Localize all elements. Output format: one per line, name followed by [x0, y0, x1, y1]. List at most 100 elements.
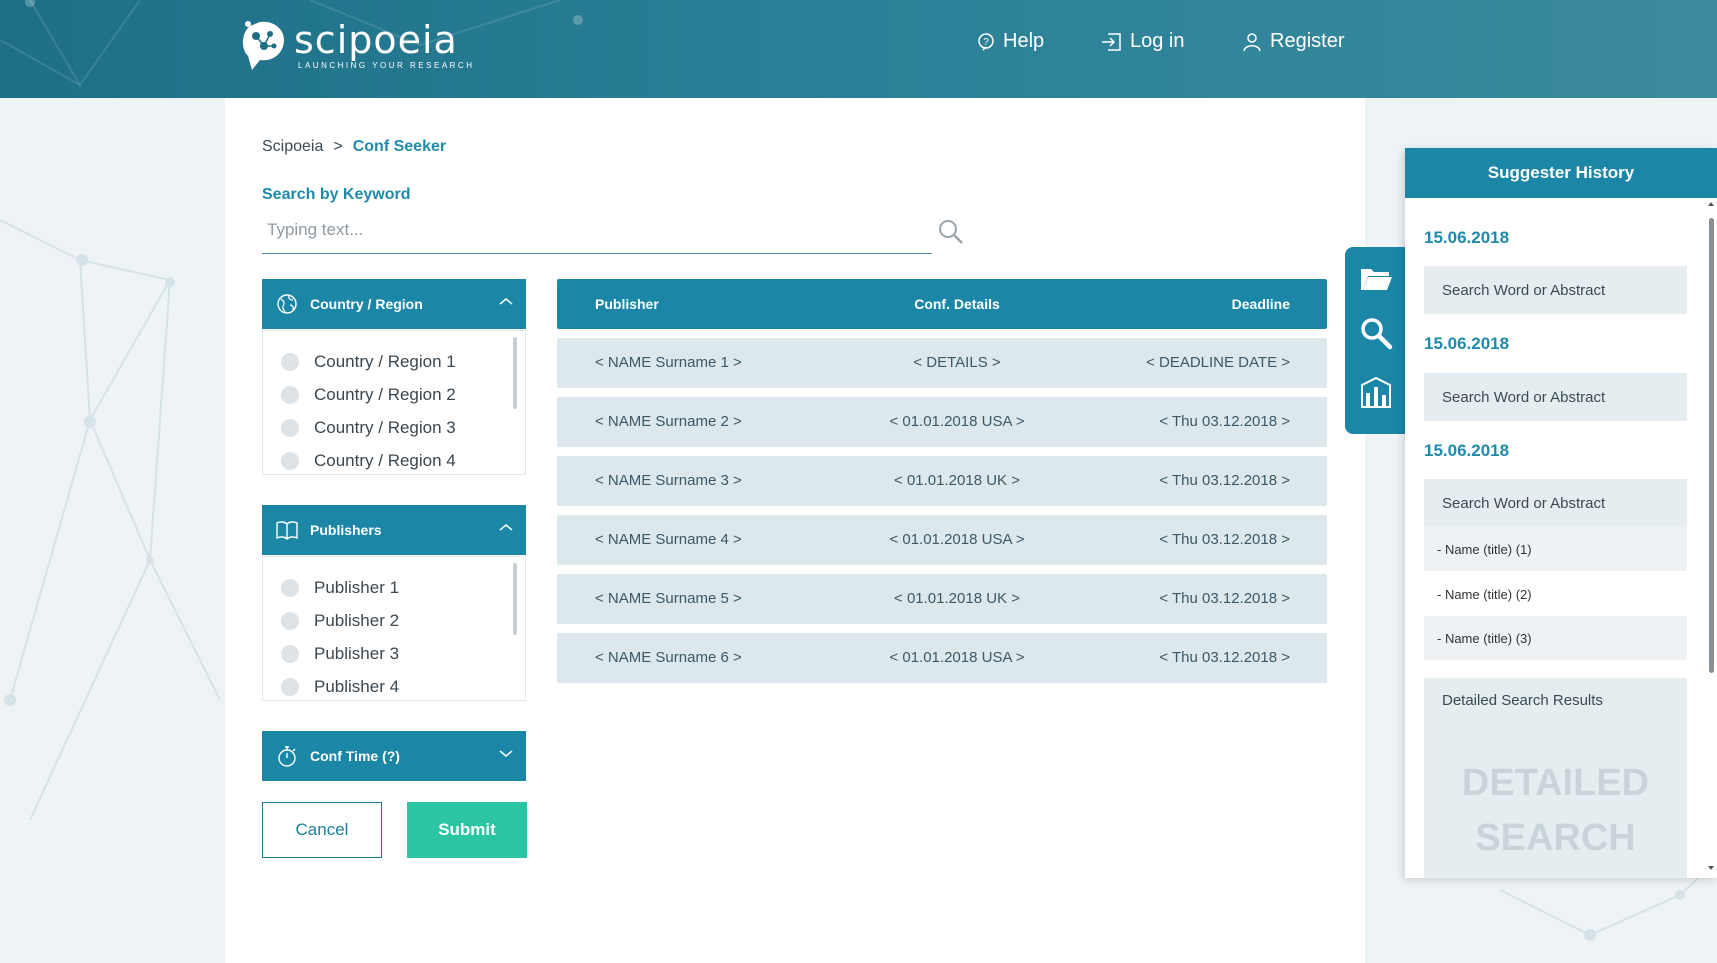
results-table-header: Publisher Conf. Details Deadline	[557, 279, 1327, 329]
search-input[interactable]	[262, 210, 932, 250]
table-row[interactable]: < NAME Surname 5 > < 01.01.2018 UK > < T…	[557, 574, 1327, 624]
breadcrumb-separator: >	[333, 138, 343, 155]
breadcrumb-current[interactable]: Conf Seeker	[353, 138, 446, 155]
logo-tagline: LAUNCHING YOUR RESEARCH	[298, 60, 475, 70]
radio-button[interactable]	[281, 451, 299, 470]
cell-deadline: < Thu 03.12.2018 >	[1159, 531, 1290, 548]
radio-button[interactable]	[281, 644, 299, 663]
table-row[interactable]: < NAME Surname 1 > < DETAILS > < DEADLIN…	[557, 338, 1327, 388]
user-icon	[1243, 32, 1261, 51]
filter-country-list: Country / Region 1 Country / Region 2 Co…	[262, 330, 526, 475]
publisher-option[interactable]: Publisher 2	[263, 604, 525, 637]
history-query[interactable]: Search Word or Abstract	[1424, 266, 1687, 314]
column-header-details[interactable]: Conf. Details	[837, 296, 1077, 312]
publishers-scrollbar[interactable]	[513, 563, 517, 635]
cell-deadline: < Thu 03.12.2018 >	[1159, 590, 1290, 607]
book-icon	[276, 521, 298, 540]
publisher-option-label: Publisher 2	[314, 610, 400, 630]
nav-help-label: Help	[1003, 30, 1045, 52]
radio-button[interactable]	[281, 578, 299, 597]
search-icon[interactable]	[1359, 316, 1393, 350]
logo-icon	[242, 21, 284, 71]
country-option-label: Country / Region 2	[314, 384, 456, 404]
history-date: 15.06.2018	[1424, 228, 1510, 247]
history-date: 15.06.2018	[1424, 441, 1510, 460]
globe-icon	[277, 294, 297, 314]
cell-details: < 01.01.2018 UK >	[894, 590, 1020, 607]
country-option[interactable]: Country / Region 1	[263, 345, 525, 378]
radio-button[interactable]	[281, 611, 299, 630]
radio-button[interactable]	[281, 385, 299, 404]
country-option-label: Country / Region 1	[314, 351, 456, 371]
breadcrumb: Scipoeia > Conf Seeker	[262, 138, 446, 156]
cell-details: < 01.01.2018 USA >	[889, 413, 1025, 430]
publisher-option[interactable]: Publisher 1	[263, 571, 525, 604]
nav-help[interactable]: ? Help	[977, 30, 1044, 53]
nav-login-label: Log in	[1130, 30, 1185, 52]
publisher-option-label: Publisher 1	[314, 577, 400, 597]
cell-details: < 01.01.2018 USA >	[889, 531, 1025, 548]
filter-publishers-list: Publisher 1 Publisher 2 Publisher 3 Publ…	[262, 556, 526, 701]
country-option[interactable]: Country / Region 3	[263, 411, 525, 444]
site-logo[interactable]: scipoeia LAUNCHING YOUR RESEARCH	[240, 18, 474, 72]
column-header-publisher[interactable]: Publisher	[595, 296, 659, 312]
cell-publisher: < NAME Surname 6 >	[595, 649, 742, 666]
radio-button[interactable]	[281, 352, 299, 371]
scroll-down-arrow-icon[interactable]	[1707, 864, 1715, 872]
history-query[interactable]: Search Word or Abstract	[1424, 373, 1687, 421]
main-content: Scipoeia > Conf Seeker Search by Keyword C…	[225, 98, 1365, 963]
history-query[interactable]: Search Word or Abstract	[1424, 479, 1687, 527]
cell-deadline: < DEADLINE DATE >	[1146, 354, 1290, 371]
filter-publishers-title: Publishers	[310, 522, 382, 538]
detailed-results-box[interactable]: Detailed Search Results DETAILED SEARCH …	[1424, 678, 1687, 878]
radio-button[interactable]	[281, 677, 299, 696]
history-sub-item[interactable]: - Name (title) (2)	[1424, 572, 1687, 616]
folder-icon[interactable]	[1359, 261, 1393, 295]
top-header: scipoeia LAUNCHING YOUR RESEARCH ? Help …	[0, 0, 1717, 98]
cell-details: < DETAILS >	[913, 354, 1001, 371]
table-row[interactable]: < NAME Surname 3 > < 01.01.2018 UK > < T…	[557, 456, 1327, 506]
chevron-up-icon[interactable]	[498, 296, 514, 306]
detailed-results-placeholder: DETAILED SEARCH RESULTS	[1461, 762, 1650, 878]
help-icon: ?	[978, 32, 994, 51]
side-toolbar	[1345, 247, 1405, 434]
filter-conftime-title: Conf Time (?)	[310, 748, 400, 764]
logo-name: scipoeia	[294, 17, 458, 62]
filter-country-header[interactable]: Country / Region	[262, 279, 526, 329]
nav-login[interactable]: Log in	[1100, 30, 1185, 53]
cell-publisher: < NAME Surname 2 >	[595, 413, 742, 430]
history-sub-item[interactable]: - Name (title) (1)	[1424, 527, 1687, 571]
scroll-up-arrow-icon[interactable]	[1707, 200, 1715, 208]
chart-icon[interactable]	[1359, 375, 1393, 409]
cell-deadline: < Thu 03.12.2018 >	[1159, 413, 1290, 430]
history-title: Suggester History	[1405, 148, 1717, 198]
history-sub-item[interactable]: - Name (title) (3)	[1424, 616, 1687, 660]
publisher-option[interactable]: Publisher 3	[263, 637, 525, 670]
cell-deadline: < Thu 03.12.2018 >	[1159, 649, 1290, 666]
table-row[interactable]: < NAME Surname 4 > < 01.01.2018 USA > < …	[557, 515, 1327, 565]
cell-details: < 01.01.2018 UK >	[894, 472, 1020, 489]
radio-button[interactable]	[281, 418, 299, 437]
filter-conftime-header[interactable]: Conf Time (?)	[262, 731, 526, 781]
publisher-option-label: Publisher 3	[314, 643, 400, 663]
table-row[interactable]: < NAME Surname 2 > < 01.01.2018 USA > < …	[557, 397, 1327, 447]
chevron-up-icon[interactable]	[498, 522, 514, 532]
login-icon	[1102, 32, 1121, 51]
nav-register-label: Register	[1270, 30, 1345, 52]
nav-register[interactable]: Register	[1242, 30, 1344, 53]
column-header-deadline[interactable]: Deadline	[1232, 296, 1290, 312]
search-icon[interactable]	[937, 218, 965, 246]
chevron-down-icon[interactable]	[498, 748, 514, 758]
filter-publishers-header[interactable]: Publishers	[262, 505, 526, 555]
history-scrollbar[interactable]	[1709, 218, 1714, 673]
breadcrumb-root[interactable]: Scipoeia	[262, 138, 323, 155]
submit-button[interactable]: Submit	[407, 802, 527, 858]
search-label: Search by Keyword	[262, 186, 411, 203]
cancel-button[interactable]: Cancel	[262, 802, 382, 858]
publisher-option[interactable]: Publisher 4	[263, 670, 525, 700]
country-scrollbar[interactable]	[513, 337, 517, 409]
country-option[interactable]: Country / Region 2	[263, 378, 525, 411]
table-row[interactable]: < NAME Surname 6 > < 01.01.2018 USA > < …	[557, 633, 1327, 683]
country-option[interactable]: Country / Region 4	[263, 444, 525, 474]
cell-publisher: < NAME Surname 1 >	[595, 354, 742, 371]
